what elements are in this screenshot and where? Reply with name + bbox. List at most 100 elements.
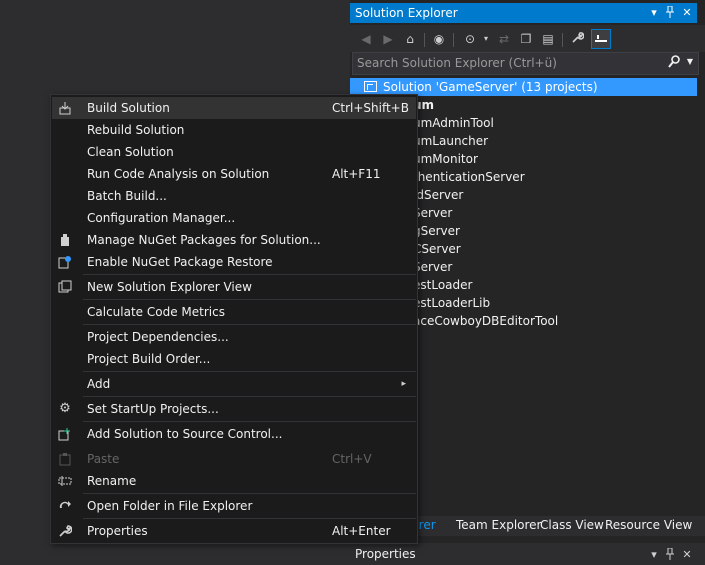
- new-view-icon: [58, 280, 72, 294]
- menu-item-shortcut: Alt+F11: [332, 167, 381, 181]
- menu-item-shortcut: Ctrl+Shift+B: [332, 101, 409, 115]
- menu-item-run-code-analysis-on-solution[interactable]: Run Code Analysis on Solution Alt+F11: [52, 163, 416, 185]
- toolbar-separator: [562, 33, 563, 47]
- source-control-icon: [58, 427, 72, 441]
- project-label: ldServer: [413, 188, 464, 202]
- gear-icon: ⚙: [59, 401, 71, 416]
- menu-item-label: Batch Build...: [87, 189, 167, 203]
- switch-views-icon[interactable]: ◉: [429, 29, 449, 49]
- submenu-arrow-icon: ▸: [401, 379, 406, 389]
- rename-icon: [58, 474, 72, 488]
- project-label: umAdminTool: [413, 116, 494, 130]
- menu-item-label: Open Folder in File Explorer: [87, 499, 253, 513]
- preview-selected-items-icon[interactable]: [591, 29, 611, 49]
- menu-item-label: Enable NuGet Package Restore: [87, 255, 273, 269]
- menu-item-label: Clean Solution: [87, 145, 174, 159]
- menu-item-enable-nuget-package-restore[interactable]: Enable NuGet Package Restore: [52, 251, 416, 273]
- sync-icon[interactable]: ⇄: [494, 29, 514, 49]
- menu-item-label: Configuration Manager...: [87, 211, 236, 225]
- tab-class-view[interactable]: Class View: [540, 518, 604, 532]
- search-options-dropdown-icon[interactable]: ▼: [687, 57, 693, 66]
- project-label: gServer: [413, 224, 460, 238]
- solution-explorer-titlebar[interactable]: Solution Explorer ▾ ✕: [350, 3, 697, 23]
- project-label: umMonitor: [413, 152, 478, 166]
- filter-dropdown-icon[interactable]: ▾: [476, 29, 496, 49]
- back-icon[interactable]: ◀: [356, 29, 376, 49]
- menu-separator: [83, 421, 416, 422]
- close-icon[interactable]: ✕: [680, 6, 694, 20]
- pin-icon[interactable]: [663, 5, 677, 22]
- menu-separator: [83, 371, 416, 372]
- paste-icon: [58, 452, 72, 466]
- menu-item-shortcut: Alt+Enter: [332, 524, 391, 538]
- pin-icon[interactable]: [663, 547, 677, 563]
- menu-item-shortcut: Ctrl+V: [332, 452, 372, 466]
- menu-item-build-solution[interactable]: Build Solution Ctrl+Shift+B: [52, 97, 416, 119]
- menu-item-label: Rename: [87, 474, 137, 488]
- menu-item-set-startup-projects[interactable]: ⚙ Set StartUp Projects...: [52, 398, 416, 420]
- menu-item-calculate-code-metrics[interactable]: Calculate Code Metrics: [52, 301, 416, 323]
- menu-item-label: Set StartUp Projects...: [87, 402, 219, 416]
- menu-separator: [83, 324, 416, 325]
- menu-item-label: Run Code Analysis on Solution: [87, 167, 270, 181]
- menu-item-clean-solution[interactable]: Clean Solution: [52, 141, 416, 163]
- menu-item-add-solution-to-source-control[interactable]: Add Solution to Source Control...: [52, 423, 416, 445]
- search-icon[interactable]: [668, 55, 680, 72]
- menu-item-properties[interactable]: Properties Alt+Enter: [52, 520, 416, 542]
- wrench-icon[interactable]: [568, 29, 588, 49]
- solution-explorer-title: Solution Explorer: [355, 6, 458, 20]
- menu-item-rebuild-solution[interactable]: Rebuild Solution: [52, 119, 416, 141]
- menu-item-batch-build[interactable]: Batch Build...: [52, 185, 416, 207]
- project-label: Server: [413, 206, 453, 220]
- menu-item-project-dependencies[interactable]: Project Dependencies...: [52, 326, 416, 348]
- menu-item-label: Add: [87, 377, 111, 391]
- nuget-icon: [58, 233, 72, 247]
- show-all-files-icon[interactable]: ▤: [538, 29, 558, 49]
- menu-item-label: Properties: [87, 524, 148, 538]
- tab-team-explorer[interactable]: Team Explorer: [456, 518, 542, 532]
- project-label: CServer: [413, 242, 461, 256]
- menu-item-label: Rebuild Solution: [87, 123, 185, 137]
- open-folder-icon: [58, 499, 72, 513]
- search-placeholder: Search Solution Explorer (Ctrl+ü): [357, 56, 557, 70]
- project-label: Server: [413, 260, 453, 274]
- properties-titlebar[interactable]: Properties ▾ ✕: [350, 543, 705, 565]
- nuget-restore-icon: [58, 255, 72, 269]
- menu-item-label: Project Dependencies...: [87, 330, 229, 344]
- menu-item-new-solution-explorer-view[interactable]: New Solution Explorer View: [52, 276, 416, 298]
- menu-separator: [83, 518, 416, 519]
- properties-title: Properties: [355, 547, 416, 561]
- project-label: aceCowboyDBEditorTool: [413, 314, 559, 328]
- menu-item-paste: Paste Ctrl+V: [52, 448, 416, 470]
- menu-item-configuration-manager[interactable]: Configuration Manager...: [52, 207, 416, 229]
- solution-icon: [364, 81, 377, 92]
- menu-separator: [83, 493, 416, 494]
- toolbar-separator: [453, 33, 454, 47]
- solution-context-menu: Build Solution Ctrl+Shift+B Rebuild Soluti…: [50, 94, 418, 544]
- menu-separator: [83, 396, 416, 397]
- menu-item-label: New Solution Explorer View: [87, 280, 252, 294]
- project-label: umLauncher: [413, 134, 489, 148]
- menu-item-label: Add Solution to Source Control...: [87, 427, 283, 441]
- menu-separator: [83, 299, 416, 300]
- tab-resource-view[interactable]: Resource View: [605, 518, 692, 532]
- menu-item-label: Manage NuGet Packages for Solution...: [87, 233, 321, 247]
- solution-explorer-search-input[interactable]: Search Solution Explorer (Ctrl+ü) ▼: [352, 52, 699, 75]
- project-label: estLoader: [413, 278, 473, 292]
- menu-item-label: Build Solution: [87, 101, 170, 115]
- project-label: estLoaderLib: [413, 296, 491, 310]
- menu-item-add[interactable]: Add ▸: [52, 373, 416, 395]
- home-icon[interactable]: ⌂: [400, 29, 420, 49]
- menu-item-project-build-order[interactable]: Project Build Order...: [52, 348, 416, 370]
- window-menu-dropdown-icon[interactable]: ▾: [647, 548, 661, 561]
- menu-item-label: Project Build Order...: [87, 352, 211, 366]
- menu-item-open-folder-in-file-explorer[interactable]: Open Folder in File Explorer: [52, 495, 416, 517]
- window-menu-dropdown-icon[interactable]: ▾: [647, 6, 661, 20]
- forward-icon[interactable]: ▶: [378, 29, 398, 49]
- menu-item-rename[interactable]: Rename: [52, 470, 416, 492]
- close-icon[interactable]: ✕: [680, 548, 694, 561]
- menu-item-label: Paste: [87, 452, 120, 466]
- menu-item-manage-nuget-packages-for-solution[interactable]: Manage NuGet Packages for Solution...: [52, 229, 416, 251]
- build-icon: [58, 101, 72, 115]
- collapse-all-icon[interactable]: ❐: [516, 29, 536, 49]
